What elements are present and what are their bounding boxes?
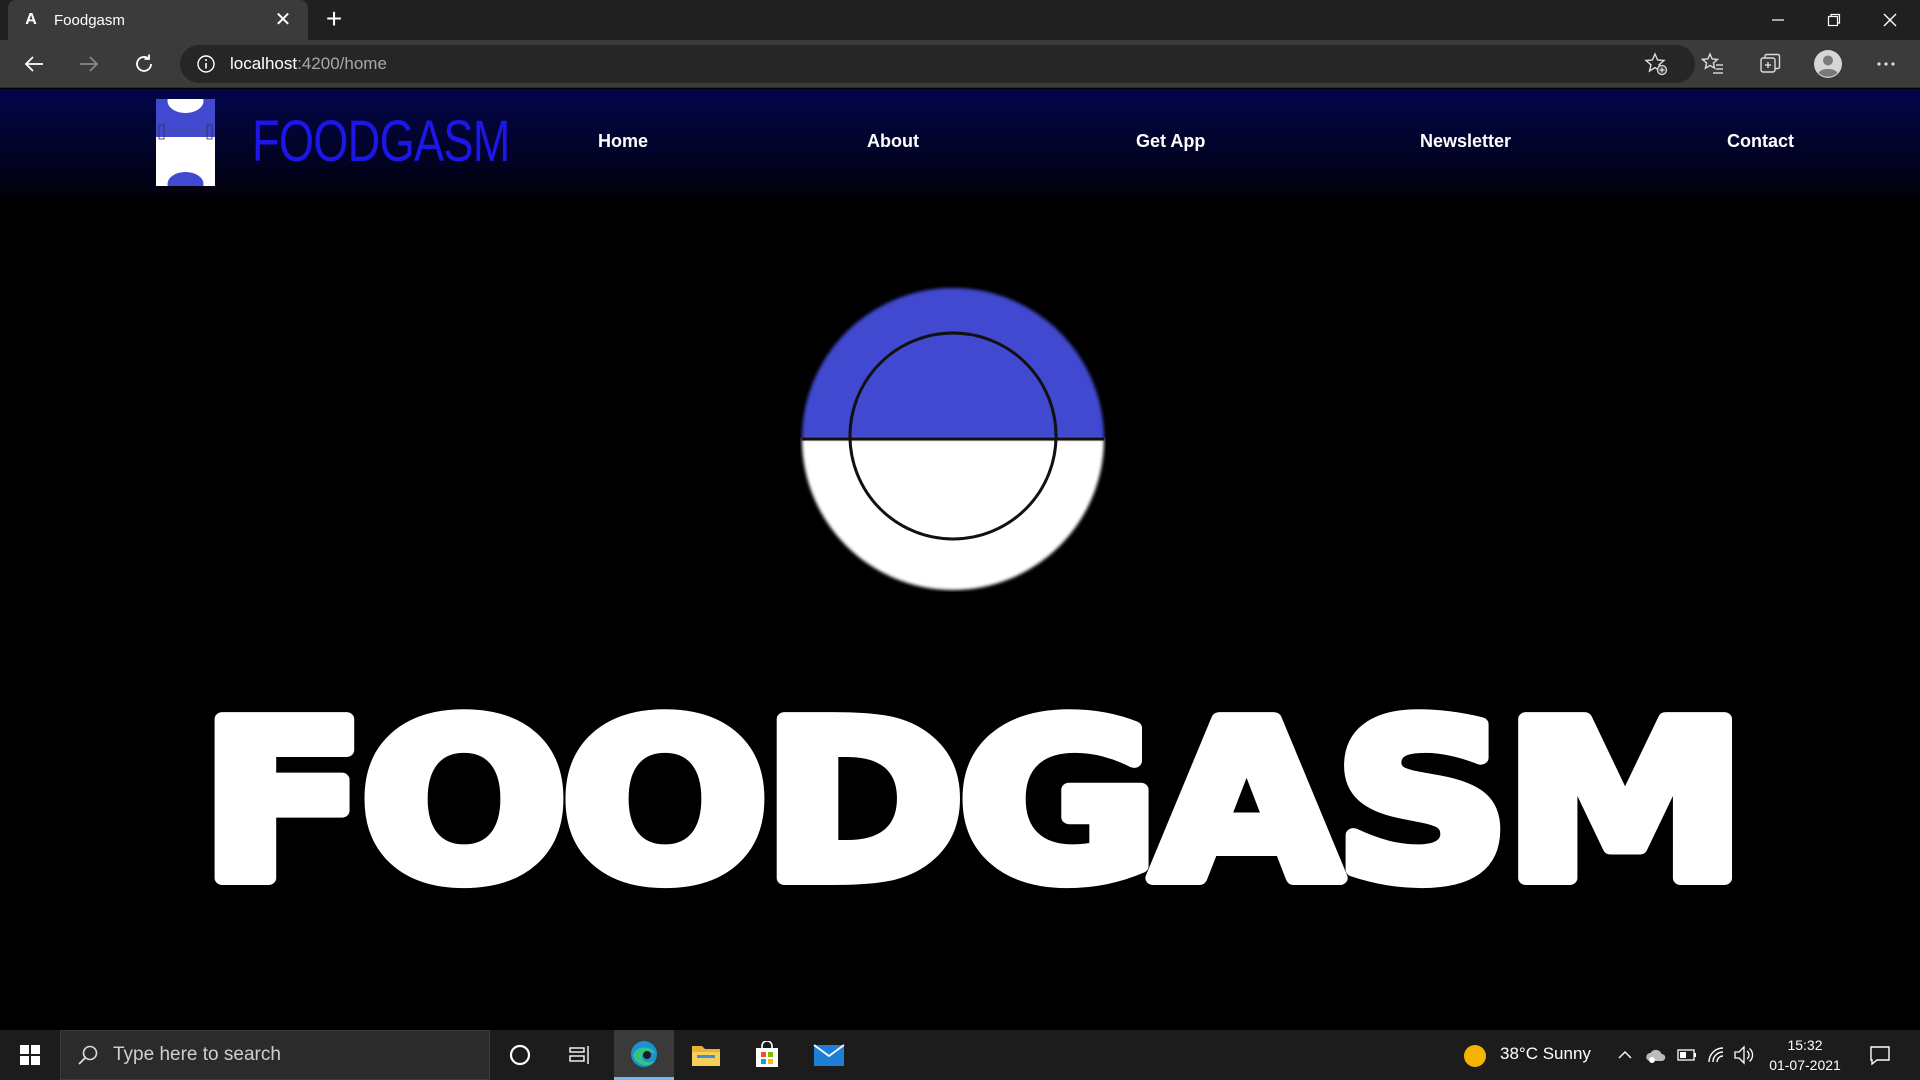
site-logo-image[interactable] [156,99,215,186]
taskbar-search[interactable]: Type here to search [60,1030,490,1080]
cortana-icon [509,1044,531,1066]
taskbar-clock[interactable]: 15:32 01-07-2021 [1760,1035,1850,1075]
onedrive-icon[interactable] [1645,1045,1667,1065]
task-view-icon [569,1046,589,1064]
address-bar[interactable]: localhost:4200/home [180,45,1695,83]
hero-logo-icon [802,288,1104,590]
battery-icon[interactable] [1677,1047,1697,1063]
back-arrow-icon [24,56,43,72]
collections-button[interactable] [1754,48,1786,80]
logo-icon [156,99,215,186]
brand-name[interactable]: FOODGASM [252,107,510,177]
browser-toolbar: localhost:4200/home [0,40,1920,88]
close-window-button[interactable] [1862,0,1918,40]
nav-about[interactable]: About [867,131,919,152]
add-favorite-button[interactable] [1640,48,1672,80]
windows-logo-icon [20,1045,40,1065]
browser-tab[interactable]: A Foodgasm ✕ [8,0,308,40]
taskbar-file-explorer[interactable] [676,1030,736,1080]
forward-button[interactable] [73,48,105,80]
settings-menu-button[interactable] [1870,48,1902,80]
volume-icon[interactable] [1733,1045,1755,1065]
profile-button[interactable] [1812,48,1844,80]
nav-contact[interactable]: Contact [1727,131,1794,152]
folder-icon [692,1046,720,1066]
notification-icon [1870,1046,1890,1066]
nav-newsletter[interactable]: Newsletter [1420,131,1511,152]
url-host: localhost [230,54,298,73]
favorites-button[interactable] [1697,48,1729,80]
info-icon[interactable] [196,54,216,74]
avatar-icon [1814,50,1842,78]
clock-date: 01-07-2021 [1769,1057,1841,1073]
chevron-up-icon[interactable] [1617,1047,1633,1063]
search-placeholder: Type here to search [113,1044,281,1065]
taskbar-edge[interactable] [614,1030,674,1080]
refresh-button[interactable] [128,48,160,80]
favorites-list-icon [1701,52,1723,74]
edge-browser-icon [631,1040,657,1067]
new-tab-button[interactable]: + [318,4,350,36]
search-icon [78,1045,98,1065]
hero-title-text: FOODGASM [200,690,1740,900]
start-button[interactable] [0,1030,60,1080]
browser-titlebar: A Foodgasm ✕ + [0,0,1920,40]
minimize-icon [1772,19,1784,21]
windows-taskbar: Type here to search 38°C Sunny 15:32 01-… [0,1030,1920,1080]
star-plus-icon [1644,52,1668,76]
nav-get-app[interactable]: Get App [1136,131,1205,152]
sunny-weather-icon[interactable] [1463,1044,1487,1068]
wifi-icon[interactable] [1706,1045,1726,1065]
refresh-icon [136,54,152,72]
clock-time: 15:32 [1787,1037,1823,1053]
restore-icon [1827,13,1841,27]
notifications-button[interactable] [1850,1030,1910,1080]
weather-text[interactable]: 38°C Sunny [1500,1044,1591,1064]
taskbar-store[interactable] [737,1030,797,1080]
tab-title: Foodgasm [54,11,125,29]
nav-home[interactable]: Home [598,131,648,152]
url-path: :4200/home [297,54,387,73]
close-icon [1883,13,1897,27]
back-button[interactable] [18,48,50,80]
close-tab-icon[interactable]: ✕ [272,9,294,31]
minimize-button[interactable] [1750,0,1806,40]
taskbar-mail[interactable] [799,1030,859,1080]
mail-icon [813,1044,845,1066]
hero-title: FOODGASM [193,690,1750,900]
task-view-button[interactable] [550,1030,610,1080]
collections-icon [1760,53,1781,73]
angular-icon: A [25,11,37,28]
forward-arrow-icon [80,56,99,72]
restore-button[interactable] [1806,0,1862,40]
store-icon [756,1041,778,1067]
cortana-button[interactable] [490,1030,550,1080]
more-options-icon [1877,62,1895,66]
site-navbar: FOODGASM Home About Get App Newsletter C… [0,89,1920,195]
